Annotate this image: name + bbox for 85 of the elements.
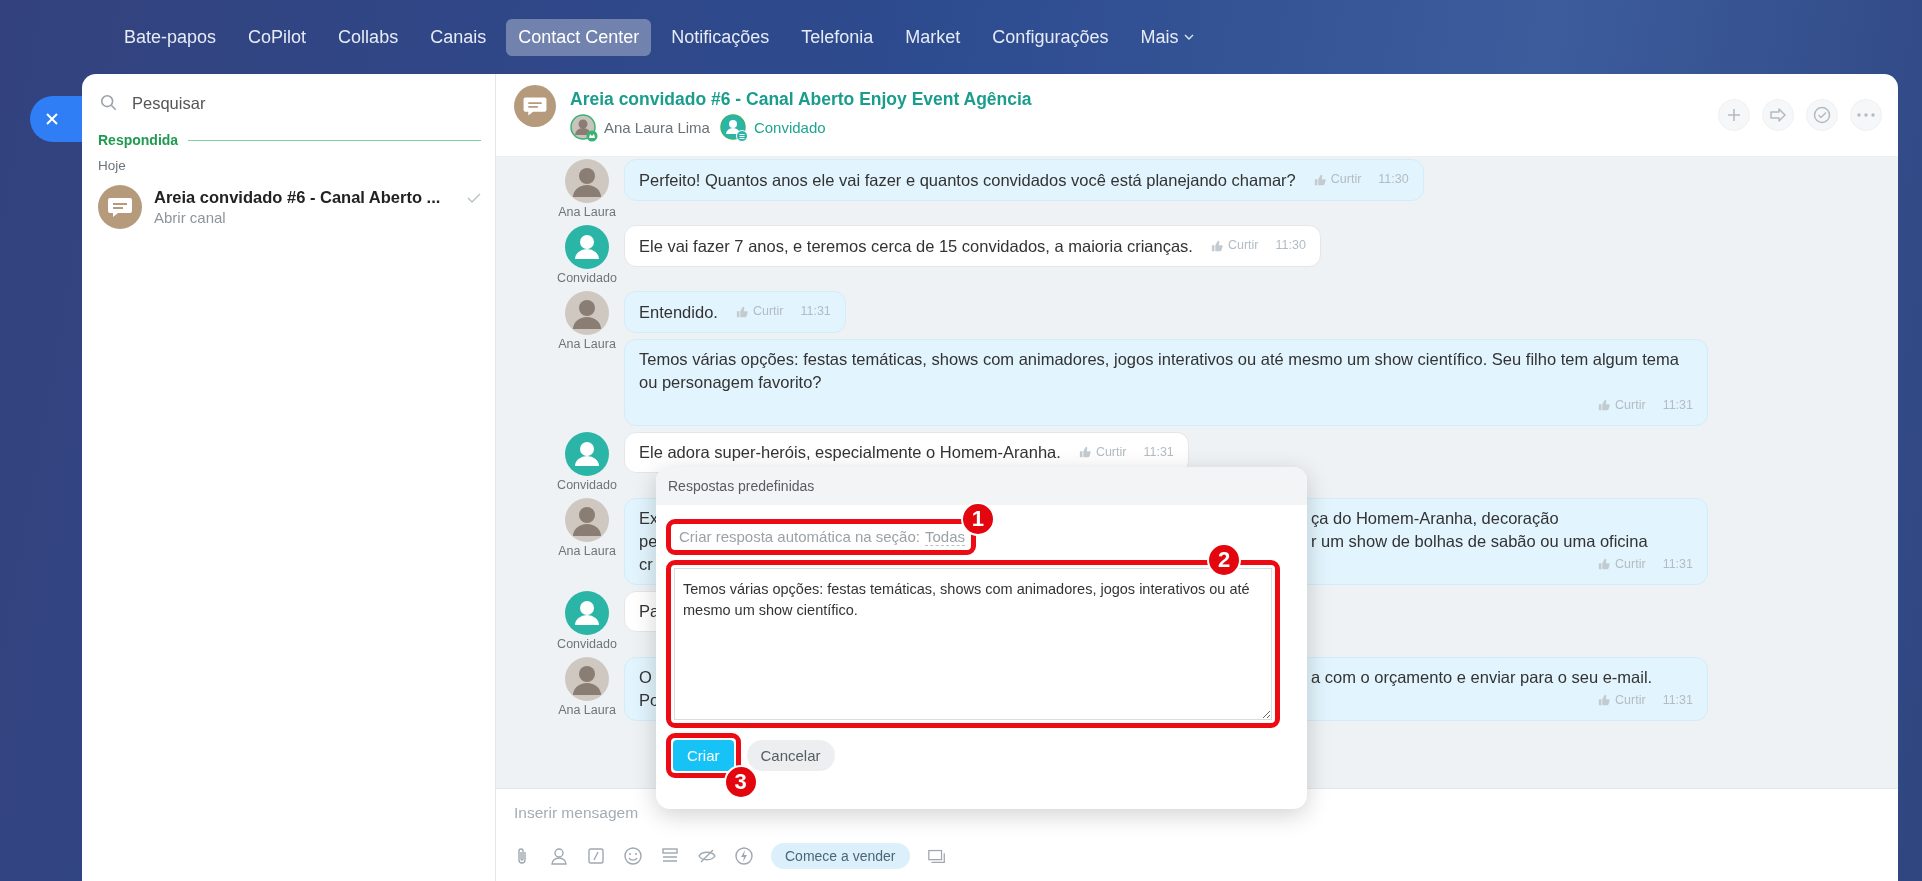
- search-icon: [100, 94, 118, 112]
- thumbs-up-icon: [1598, 694, 1611, 706]
- user-avatar-icon: [565, 497, 609, 542]
- guest-avatar-icon: [565, 590, 609, 635]
- close-button[interactable]: [30, 96, 82, 142]
- user-avatar-icon: [565, 656, 609, 701]
- cancel-button[interactable]: Cancelar: [746, 740, 835, 771]
- chat-list-item[interactable]: Areia convidado #6 - Canal Aberto ... Abrir canal: [98, 185, 481, 229]
- message-text: Ele adora super-heróis, especialmente o Homem-Aranha.: [639, 442, 1061, 463]
- start-selling-button[interactable]: Comece a vender: [771, 843, 910, 869]
- more-button[interactable]: [1850, 99, 1882, 131]
- sender-name: Ana Laura: [558, 702, 616, 717]
- message-time: 11:31: [1662, 396, 1693, 414]
- nav-tab[interactable]: Canais: [418, 18, 499, 56]
- message-time: 11:31: [1143, 443, 1174, 461]
- message-text: cr: [639, 553, 653, 575]
- nav-tab[interactable]: Mais: [1128, 18, 1207, 56]
- smiley-icon[interactable]: [623, 846, 643, 866]
- guest-avatar-icon: [565, 431, 609, 476]
- chat-title[interactable]: Areia convidado #6 - Canal Aberto Enjoy Event Agência: [570, 88, 1704, 110]
- nav-tab[interactable]: CoPilot: [236, 18, 319, 56]
- add-button[interactable]: [1718, 99, 1750, 131]
- chat-subtitle: Abrir canal: [154, 209, 227, 226]
- check-circle-icon: [1813, 106, 1831, 124]
- user-avatar-icon: [565, 291, 609, 335]
- thumbs-up-icon: [1210, 239, 1223, 252]
- nav-tab[interactable]: Collabs: [326, 18, 411, 56]
- guest-avatar-icon: [719, 113, 748, 142]
- step-badge: 2: [1207, 543, 1241, 577]
- answer-text-field[interactable]: Temos várias opções: festas temáticas, shows com animadores, jogos interativos ou até mesmo um show científico.: [674, 568, 1272, 720]
- section-label: Respondida: [98, 132, 179, 148]
- finish-button[interactable]: [1806, 99, 1838, 131]
- section-prompt: Criar resposta automática na seção:: [679, 528, 920, 545]
- person-icon[interactable]: [549, 846, 569, 866]
- member-name[interactable]: Convidado: [753, 119, 826, 136]
- chat-avatar-icon: [98, 185, 142, 229]
- message-time: 11:31: [1662, 555, 1693, 573]
- message-text: O: [639, 666, 652, 688]
- thumbs-up-icon: [735, 305, 748, 318]
- nav-tab[interactable]: Bate-papos: [112, 18, 229, 56]
- date-label: Hoje: [98, 158, 127, 173]
- message-text: r um show de bolhas de sabão ou uma oficina: [1311, 530, 1648, 552]
- thumbs-up-icon: [1313, 173, 1326, 186]
- sender-name: Ana Laura: [558, 543, 616, 558]
- chat-title: Areia convidado #6 - Canal Aberto ...: [154, 188, 442, 207]
- message-time: 11:30: [1378, 171, 1409, 188]
- message-text: pe: [639, 530, 658, 552]
- user-avatar-icon: [565, 159, 609, 203]
- nav-tab[interactable]: Market: [893, 18, 973, 56]
- thumbs-up-icon: [1598, 558, 1611, 570]
- step-badge: 3: [723, 765, 758, 799]
- lightning-icon[interactable]: [734, 846, 754, 866]
- message-time: 11:31: [800, 303, 831, 320]
- arrow-icon: [1769, 107, 1787, 123]
- plus-icon: [1726, 107, 1742, 123]
- sender-name: Ana Laura: [558, 337, 616, 351]
- thumbs-up-icon: [1078, 446, 1091, 458]
- sender-name: Convidado: [557, 271, 617, 285]
- more-icon: [1857, 113, 1875, 117]
- message-time: 11:31: [1662, 691, 1693, 709]
- guest-avatar-icon: [565, 225, 609, 269]
- nav-tab[interactable]: Telefonia: [789, 18, 886, 56]
- thumbs-up-icon: [1598, 399, 1611, 411]
- message-text: Temos várias opções: festas temáticas, shows com animadores, jogos interativos ou até mesmo um show científico. Seu filho tem algum tema ou personagem favorito?: [639, 348, 1680, 393]
- user-avatar-icon: [570, 113, 598, 142]
- forward-button[interactable]: [1762, 99, 1794, 131]
- nav-tab[interactable]: Contact Center: [506, 18, 652, 56]
- sender-name: Ana Laura: [558, 205, 616, 219]
- close-icon: [44, 111, 60, 127]
- message-text: a com o orçamento e enviar para o seu e-mail.: [1311, 666, 1653, 688]
- member-name[interactable]: Ana Laura Lima: [604, 119, 710, 136]
- popup-title: Respostas predefinidas: [656, 467, 1307, 505]
- caret-icon: [1184, 34, 1195, 40]
- chat-avatar-icon: [514, 85, 556, 127]
- message-text: Perfeito! Quantos anos ele vai fazer e quantos convidados você está planejando chamar?: [639, 169, 1296, 191]
- message-text: ça do Homem-Aranha, decoração: [1311, 507, 1559, 529]
- nav-tab[interactable]: Notificações: [659, 18, 782, 56]
- sender-name: Convidado: [557, 477, 617, 492]
- message-time: 11:30: [1275, 237, 1306, 254]
- message-text: Ele vai fazer 7 anos, e teremos cerca de 15 convidados, a maioria crianças.: [639, 235, 1193, 257]
- slash-command-icon[interactable]: [586, 846, 606, 866]
- message-text: Entendido.: [639, 301, 718, 323]
- sender-name: Convidado: [557, 636, 617, 651]
- nav-tab[interactable]: Configurações: [980, 18, 1121, 56]
- search-field[interactable]: Pesquisar: [130, 92, 481, 114]
